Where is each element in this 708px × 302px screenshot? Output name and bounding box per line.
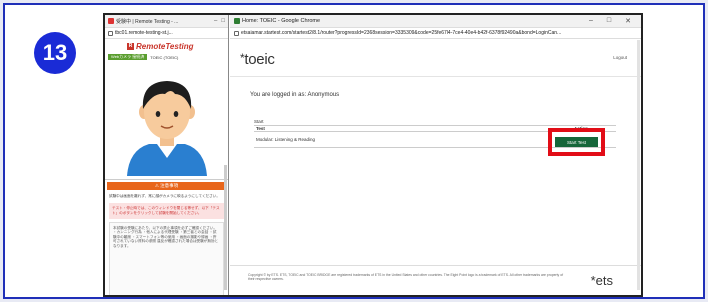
alert-bar: ⚠ 注意事項 — [107, 182, 226, 190]
window-controls: – □ ✕ — [589, 17, 641, 25]
favicon-icon — [108, 18, 114, 24]
left-tab-title: 受験中 | Remote Testing - ... — [116, 18, 179, 25]
alert-label: 注意事項 — [160, 183, 179, 188]
lock-icon — [108, 30, 113, 36]
status-pill: Webカメラ 接続済 — [108, 54, 148, 60]
toeic-browser-window: Home: TOEIC - Google Chrome – □ ✕ etsaia… — [230, 15, 641, 295]
maximize-icon[interactable]: □ — [221, 18, 225, 24]
logged-in-text: You are logged in as: Anonymous — [250, 92, 340, 98]
minimize-icon[interactable]: – — [214, 18, 217, 24]
right-scrollbar[interactable] — [637, 40, 640, 290]
toeic-header: *toeic Logout — [230, 39, 641, 77]
right-url: etsaiamar.startest.com/startest2/8.1/rou… — [241, 30, 562, 36]
status-row: Webカメラ 接続済 TOEIC (TOEIC) — [105, 53, 228, 61]
instructions-text: 試験中は画面を離れず、常に顔がカメラに映るようにしてください。 — [109, 194, 220, 198]
start-test-button[interactable]: Start Test — [555, 137, 598, 147]
column-header-test: Test — [256, 126, 265, 131]
favicon-icon — [234, 18, 240, 24]
notes-box: 本試験の受験にあたり、以下の禁止事項を必ずご確認ください。 ・カンニング行為 ・… — [109, 222, 224, 295]
remote-testing-logo: R RemoteTesting — [105, 39, 228, 53]
left-url: tbc01.remote-testing-st.j... — [115, 30, 173, 36]
right-tab-title: Home: TOEIC - Google Chrome — [242, 18, 321, 24]
lock-icon — [234, 30, 239, 36]
instruction-card: 13 受験中 | Remote Testing - ... – □ tbc01.… — [3, 3, 705, 299]
maximize-icon[interactable]: □ — [607, 17, 611, 25]
screenshot: 受験中 | Remote Testing - ... – □ tbc01.rem… — [103, 13, 643, 297]
warning-box: テスト・停止時では、このウィンドウを閉じる等せず、以下「テスト」のボタンをクリッ… — [109, 203, 224, 219]
window-controls: – □ — [214, 18, 228, 24]
remote-testing-window: 受験中 | Remote Testing - ... – □ tbc01.rem… — [105, 15, 229, 295]
right-titlebar: Home: TOEIC - Google Chrome – □ ✕ — [230, 15, 641, 28]
status-text: TOEIC (TOEIC) — [150, 54, 179, 60]
logo-mark-icon: R — [127, 42, 134, 50]
close-icon[interactable]: ✕ — [625, 17, 631, 25]
webcam-preview — [105, 64, 228, 176]
logo-text: RemoteTesting — [136, 41, 194, 51]
divider — [105, 179, 228, 180]
toeic-logo: *toeic — [240, 51, 275, 68]
logout-link[interactable]: Logout — [613, 55, 627, 60]
step-number-badge: 13 — [34, 32, 76, 74]
toeic-logo-text: toeic — [244, 51, 275, 68]
person-avatar-icon — [127, 81, 207, 176]
right-address-bar[interactable]: etsaiamar.startest.com/startest2/8.1/rou… — [230, 28, 641, 39]
test-name: Modular: Listening & Reading — [256, 137, 316, 142]
copyright-text: Copyright © by ETS. ETS, TOEIC and TOEIC… — [248, 273, 564, 282]
left-titlebar: 受験中 | Remote Testing - ... – □ — [105, 15, 228, 28]
footer-divider — [230, 265, 641, 266]
minimize-icon[interactable]: – — [589, 17, 593, 25]
ets-logo: *ets — [590, 273, 613, 288]
left-address-bar[interactable]: tbc01.remote-testing-st.j... — [105, 28, 228, 39]
left-scrollbar[interactable] — [224, 165, 227, 290]
